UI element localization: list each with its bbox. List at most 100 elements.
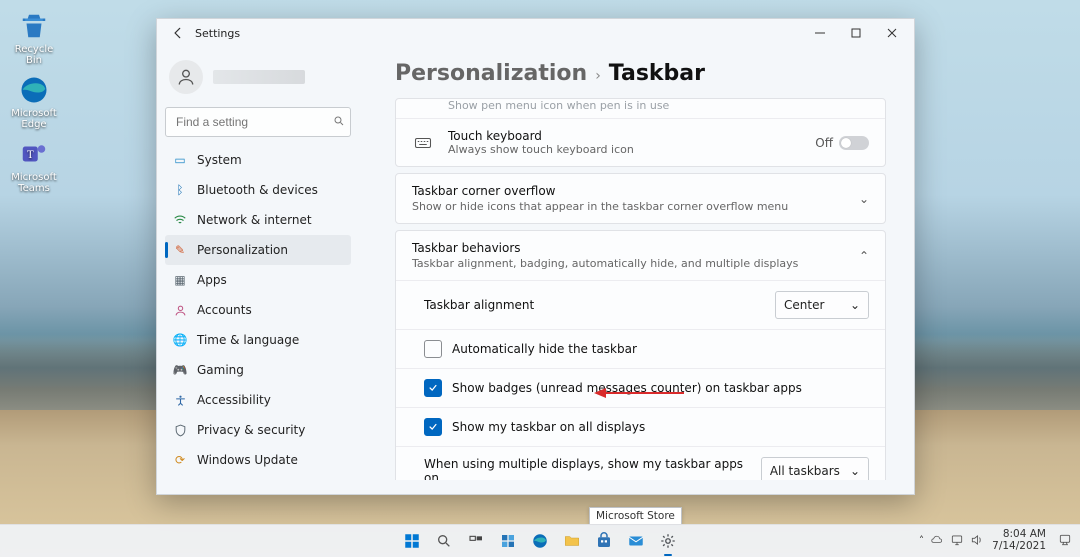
badges-label: Show badges (unread messages counter) on… (452, 381, 869, 395)
row-multi-display: When using multiple displays, show my ta… (396, 446, 885, 480)
row-title: Touch keyboard (448, 129, 801, 143)
expander-title: Taskbar behaviors (412, 241, 859, 255)
network-tray-icon[interactable] (950, 533, 964, 550)
all-displays-label: Show my taskbar on all displays (452, 420, 869, 434)
notifications-button[interactable] (1054, 533, 1072, 550)
card-touch-group: Show pen menu icon when pen is in use To… (395, 98, 886, 167)
expander-sub: Taskbar alignment, badging, automaticall… (412, 257, 859, 270)
toggle-switch-icon (839, 136, 869, 150)
tray-overflow-button[interactable]: ˄ (919, 535, 924, 547)
alignment-select[interactable]: Center ⌄ (775, 291, 869, 319)
display-icon: ▭ (173, 153, 187, 167)
game-icon: 🎮 (173, 363, 187, 377)
window-title: Settings (195, 27, 240, 40)
desktop-icon-label: Microsoft Edge (6, 108, 62, 130)
breadcrumb-root[interactable]: Personalization (395, 61, 587, 86)
select-value: All taskbars (770, 464, 840, 478)
row-badges: Show badges (unread messages counter) on… (396, 368, 885, 407)
paintbrush-icon: ✎ (173, 243, 187, 257)
account-name-placeholder (213, 70, 305, 84)
volume-tray-icon[interactable] (970, 533, 984, 550)
minimize-button[interactable] (802, 19, 838, 47)
sidebar-item-label: Windows Update (197, 453, 298, 467)
sidebar: ▭ System ᛒ Bluetooth & devices Network & i… (157, 47, 357, 488)
account-info[interactable] (165, 55, 351, 99)
accessibility-icon (173, 393, 187, 407)
expander-overflow[interactable]: Taskbar corner overflow Show or hide ico… (396, 174, 885, 223)
sidebar-item-network[interactable]: Network & internet (165, 205, 351, 235)
apps-icon: ▦ (173, 273, 187, 287)
sidebar-item-label: Bluetooth & devices (197, 183, 318, 197)
cut-subtext: Show pen menu icon when pen is in use (448, 99, 869, 112)
sidebar-item-windows-update[interactable]: ⟳Windows Update (165, 445, 351, 475)
sidebar-item-personalization[interactable]: ✎ Personalization (165, 235, 351, 265)
desktop: Recycle Bin Microsoft Edge T Microsoft T… (0, 0, 1080, 557)
sidebar-item-bluetooth[interactable]: ᛒ Bluetooth & devices (165, 175, 351, 205)
mail-button[interactable] (623, 528, 649, 554)
desktop-icon-microsoft-teams[interactable]: T Microsoft Teams (4, 136, 64, 196)
bluetooth-icon: ᛒ (173, 183, 187, 197)
avatar (169, 60, 203, 94)
multi-display-select[interactable]: All taskbars ⌄ (761, 457, 869, 480)
start-button[interactable] (399, 528, 425, 554)
content-scroll[interactable]: Show pen menu icon when pen is in use To… (395, 96, 890, 480)
touch-keyboard-toggle[interactable]: Off (815, 136, 869, 150)
alignment-label: Taskbar alignment (424, 298, 765, 312)
maximize-button[interactable] (838, 19, 874, 47)
onedrive-icon[interactable] (930, 533, 944, 550)
sidebar-item-label: Personalization (197, 243, 288, 257)
back-button[interactable] (167, 22, 189, 44)
all-displays-checkbox[interactable] (424, 418, 442, 436)
sidebar-item-privacy[interactable]: Privacy & security (165, 415, 351, 445)
sidebar-item-label: Time & language (197, 333, 299, 347)
search-button[interactable] (431, 528, 457, 554)
card-behaviors: Taskbar behaviors Taskbar alignment, bad… (395, 230, 886, 480)
desktop-icon-recycle-bin[interactable]: Recycle Bin (4, 8, 64, 68)
sidebar-item-accounts[interactable]: Accounts (165, 295, 351, 325)
row-all-displays: Show my taskbar on all displays (396, 407, 885, 446)
auto-hide-checkbox[interactable] (424, 340, 442, 358)
sidebar-item-label: Apps (197, 273, 227, 287)
expander-behaviors[interactable]: Taskbar behaviors Taskbar alignment, bad… (396, 231, 885, 280)
settings-taskbar-button[interactable] (655, 528, 681, 554)
search-box[interactable] (165, 107, 351, 137)
auto-hide-label: Automatically hide the taskbar (452, 342, 869, 356)
task-view-button[interactable] (463, 528, 489, 554)
close-button[interactable] (874, 19, 910, 47)
row-sub: Always show touch keyboard icon (448, 143, 801, 156)
widgets-button[interactable] (495, 528, 521, 554)
edge-button[interactable] (527, 528, 553, 554)
store-button[interactable] (591, 528, 617, 554)
chevron-down-icon: ⌄ (850, 298, 860, 312)
expander-sub: Show or hide icons that appear in the ta… (412, 200, 859, 213)
row-touch-keyboard: Touch keyboard Always show touch keyboar… (396, 118, 885, 166)
page-title: Taskbar (609, 61, 705, 86)
sidebar-item-label: System (197, 153, 242, 167)
search-input[interactable] (174, 114, 333, 130)
recycle-bin-icon (18, 10, 50, 42)
shield-icon (173, 423, 187, 437)
desktop-icon-microsoft-edge[interactable]: Microsoft Edge (4, 72, 64, 132)
sidebar-item-label: Accessibility (197, 393, 271, 407)
sidebar-item-accessibility[interactable]: Accessibility (165, 385, 351, 415)
clock-globe-icon: 🌐 (173, 333, 187, 347)
sidebar-item-system[interactable]: ▭ System (165, 145, 351, 175)
desktop-icon-label: Microsoft Teams (6, 172, 62, 194)
chevron-up-icon: ⌃ (859, 249, 869, 263)
sidebar-item-apps[interactable]: ▦ Apps (165, 265, 351, 295)
badges-checkbox[interactable] (424, 379, 442, 397)
tray-date: 7/14/2021 (992, 541, 1046, 553)
sidebar-item-time-language[interactable]: 🌐 Time & language (165, 325, 351, 355)
sidebar-item-label: Accounts (197, 303, 252, 317)
row-auto-hide: Automatically hide the taskbar (396, 329, 885, 368)
row-taskbar-alignment: Taskbar alignment Center ⌄ (396, 280, 885, 329)
clock[interactable]: 8:04 AM 7/14/2021 (992, 529, 1046, 552)
system-tray: ˄ 8:04 AM 7/14/2021 (919, 529, 1072, 552)
card-overflow: Taskbar corner overflow Show or hide ico… (395, 173, 886, 224)
sidebar-item-gaming[interactable]: 🎮Gaming (165, 355, 351, 385)
search-icon (333, 115, 345, 130)
select-value: Center (784, 298, 824, 312)
file-explorer-button[interactable] (559, 528, 585, 554)
taskbar-center (399, 528, 681, 554)
taskbar-tooltip: Microsoft Store (589, 507, 682, 525)
